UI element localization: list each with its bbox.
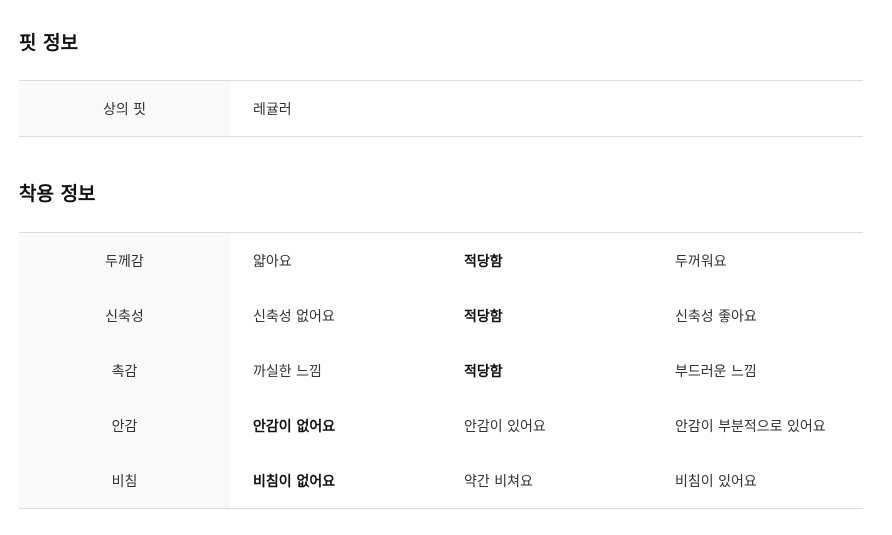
wear-info-row-texture: 촉감 까실한 느낌 적당함 부드러운 느낌: [19, 343, 863, 398]
wear-info-title: 착용 정보: [19, 183, 96, 205]
wear-option: 신축성 좋아요: [675, 308, 757, 325]
fit-info-title: 핏 정보: [19, 32, 79, 54]
fit-info-row-label: 상의 핏: [19, 81, 230, 136]
wear-option: 신축성 없어요: [253, 308, 335, 325]
fit-info-row: 상의 핏 레귤러: [19, 81, 863, 136]
wear-info-table: 두께감 얇아요 적당함 두꺼워요 신축성 신축성 없어요 적당함 신축성 좋아요…: [19, 232, 863, 509]
wear-option: 적당함: [464, 363, 503, 380]
wear-info-row-lining: 안감 안감이 없어요 안감이 있어요 안감이 부분적으로 있어요: [19, 398, 863, 453]
wear-info-row-elasticity: 신축성 신축성 없어요 적당함 신축성 좋아요: [19, 288, 863, 343]
wear-option: 비침이 있어요: [675, 473, 757, 490]
wear-info-row-label: 신축성: [19, 288, 230, 343]
wear-option: 안감이 없어요: [253, 418, 336, 435]
wear-option: 비침이 없어요: [253, 473, 336, 490]
wear-info-row-label: 비침: [19, 453, 230, 508]
wear-info-row-label: 촉감: [19, 343, 230, 398]
wear-option: 적당함: [464, 253, 503, 270]
wear-info-row-label: 두께감: [19, 233, 230, 288]
wear-option: 얇아요: [253, 253, 292, 270]
wear-info-row-thickness: 두께감 얇아요 적당함 두꺼워요: [19, 233, 863, 288]
fit-info-row-value: 레귤러: [253, 101, 292, 118]
wear-option: 약간 비쳐요: [464, 473, 533, 490]
wear-option: 부드러운 느낌: [675, 363, 757, 380]
fit-info-table: 상의 핏 레귤러: [19, 80, 863, 137]
wear-option: 안감이 있어요: [464, 418, 546, 435]
wear-option: 적당함: [464, 308, 503, 325]
wear-info-row-label: 안감: [19, 398, 230, 453]
wear-option: 안감이 부분적으로 있어요: [675, 418, 826, 435]
wear-option: 까실한 느낌: [253, 363, 322, 380]
wear-info-row-transparency: 비침 비침이 없어요 약간 비쳐요 비침이 있어요: [19, 453, 863, 508]
wear-option: 두꺼워요: [675, 253, 727, 270]
